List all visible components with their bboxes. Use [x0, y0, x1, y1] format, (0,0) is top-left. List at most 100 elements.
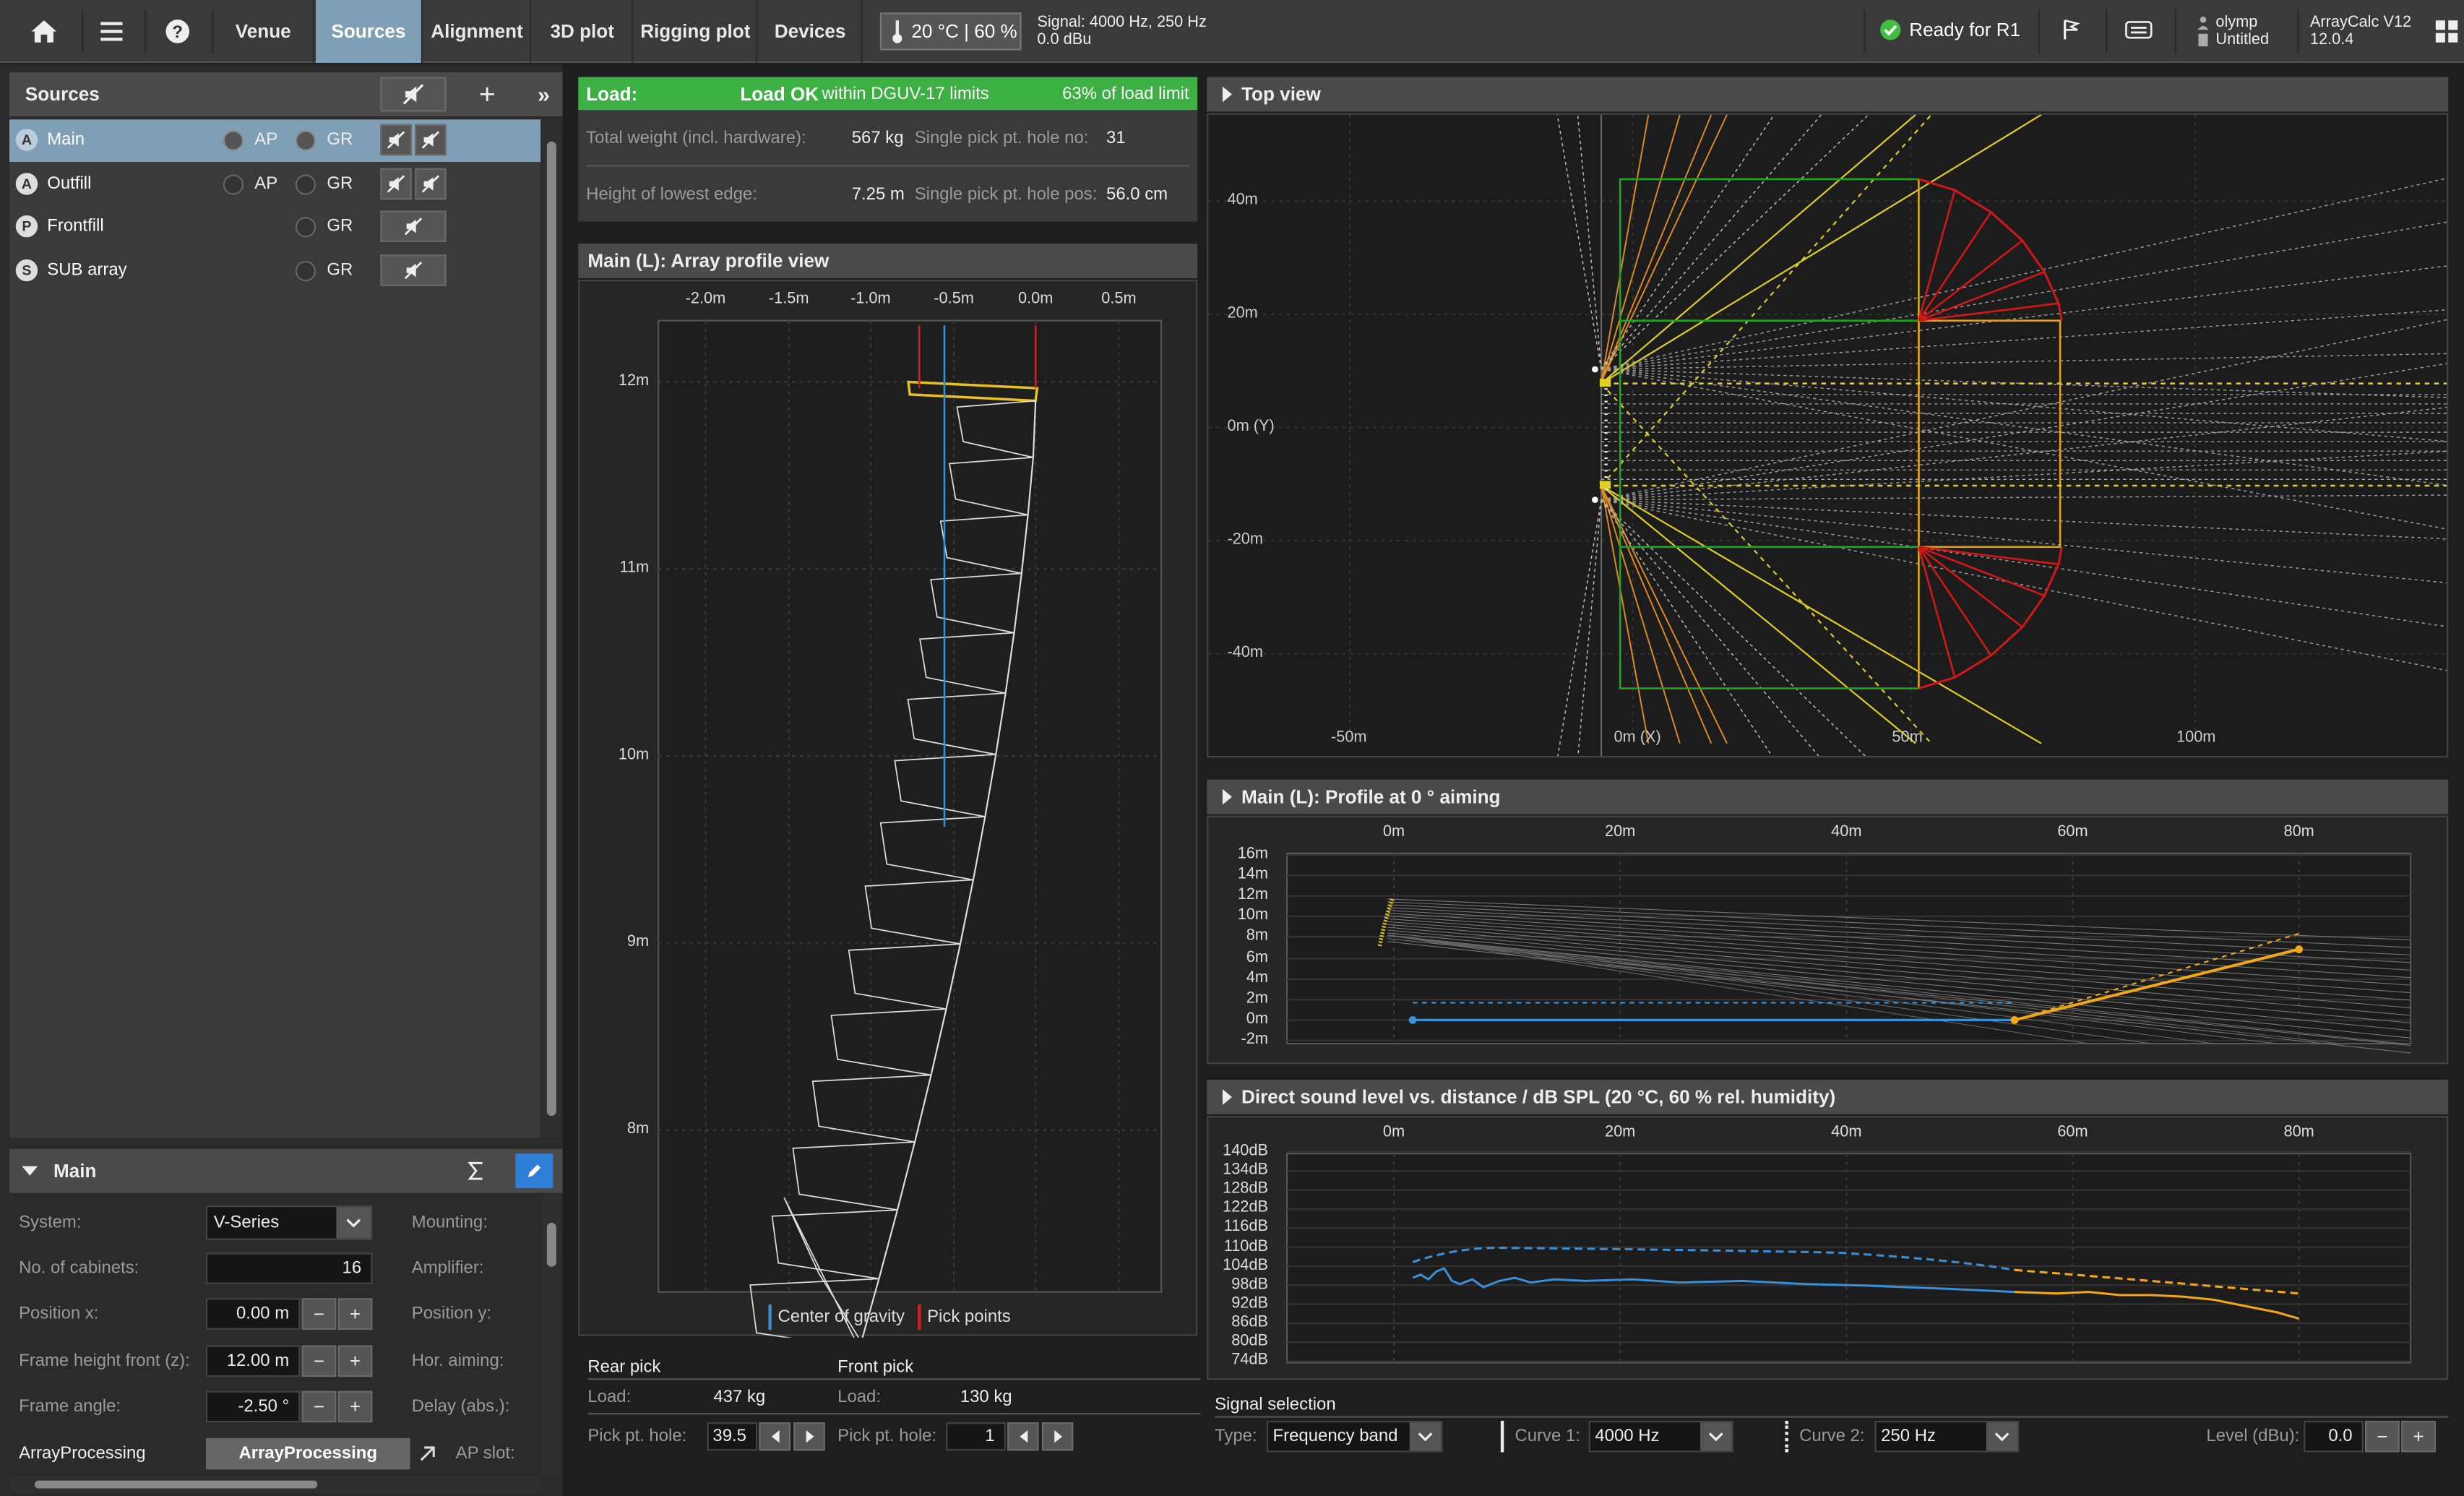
- double-chevron-right-icon: »: [537, 82, 550, 107]
- help-button[interactable]: ?: [151, 0, 204, 63]
- x-tick-label: 60m: [2057, 1123, 2088, 1141]
- curve1-select[interactable]: 4000 Hz: [1588, 1420, 1733, 1453]
- expand-icon[interactable]: [1222, 86, 1232, 103]
- user-project-info[interactable]: olymp Untitled: [2197, 14, 2269, 48]
- sources-scrollbar[interactable]: [542, 119, 561, 1138]
- curve2-select[interactable]: 250 Hz: [1874, 1420, 2020, 1453]
- posx-decrement[interactable]: −: [301, 1298, 337, 1330]
- ap-radio[interactable]: [223, 130, 244, 151]
- scroll-thumb[interactable]: [546, 141, 556, 1117]
- mute-ap-button[interactable]: [415, 124, 447, 156]
- expand-button[interactable]: »: [528, 77, 559, 112]
- frame-angle-decrement[interactable]: −: [301, 1390, 337, 1423]
- level-decrement[interactable]: −: [2364, 1420, 2400, 1453]
- hor-aiming-label: Hor. aiming:: [411, 1351, 504, 1371]
- posx-input[interactable]: 0.00 m: [205, 1298, 301, 1330]
- system-select[interactable]: V-Series: [205, 1205, 373, 1240]
- scroll-thumb[interactable]: [546, 1222, 556, 1267]
- gr-radio[interactable]: [295, 173, 316, 194]
- level-increment[interactable]: +: [2401, 1420, 2436, 1453]
- ready-status[interactable]: Ready for R1: [1879, 19, 2020, 41]
- x-tick-label: 80m: [2283, 1123, 2314, 1141]
- tab-venue[interactable]: Venue: [214, 0, 314, 63]
- frame-height-decrement[interactable]: −: [301, 1345, 337, 1377]
- source-row[interactable]: P Frontfill GR: [9, 206, 540, 249]
- tab-devices[interactable]: Devices: [759, 0, 863, 63]
- climate-button[interactable]: 20 °C | 60 %: [879, 12, 1022, 51]
- pencil-icon: [527, 1164, 541, 1177]
- y-tick-label: 10m: [1237, 906, 1269, 924]
- top-view-plot[interactable]: 40m 20m 0m (Y) -20m -40m -50m 0m (X) 50m 100m: [1207, 113, 2449, 758]
- rear-hole-input[interactable]: 39.5: [707, 1422, 758, 1451]
- menu-button[interactable]: [85, 0, 138, 63]
- mute-all-button[interactable]: [380, 77, 447, 112]
- expand-icon[interactable]: [1222, 788, 1232, 805]
- frame-height-increment[interactable]: +: [337, 1345, 373, 1377]
- collapse-icon[interactable]: [22, 1166, 38, 1176]
- type-select[interactable]: Frequency band: [1266, 1420, 1443, 1453]
- edit-button[interactable]: [515, 1153, 553, 1189]
- scroll-thumb[interactable]: [34, 1480, 318, 1489]
- ap-radio[interactable]: [223, 173, 244, 194]
- source-row[interactable]: A Main AP GR: [9, 119, 541, 162]
- display-settings-button[interactable]: [2124, 19, 2153, 46]
- tab-3d-plot[interactable]: 3D plot: [533, 0, 634, 63]
- curve1-line-icon: [1500, 1420, 1504, 1453]
- y-tick-label: -20m: [1227, 531, 1264, 549]
- menu-icon: [100, 22, 123, 41]
- ap-button[interactable]: ArrayProcessing: [205, 1437, 410, 1470]
- mute-button[interactable]: [380, 254, 447, 285]
- mute-speaker-icon: [404, 260, 423, 279]
- properties-hscrollbar[interactable]: [9, 1476, 541, 1494]
- mute-ap-button[interactable]: [415, 167, 447, 199]
- y-tick-label: 12m: [618, 372, 650, 390]
- rear-hole-prev[interactable]: [759, 1422, 791, 1451]
- x-tick-label: 80m: [2283, 823, 2314, 841]
- front-hole-input[interactable]: 1: [946, 1422, 1006, 1451]
- source-name: SUB array: [47, 259, 127, 280]
- add-source-button[interactable]: +: [471, 77, 502, 112]
- home-button[interactable]: [12, 0, 75, 63]
- frame-angle-increment[interactable]: +: [337, 1390, 373, 1423]
- gr-label: GR: [327, 173, 353, 193]
- tab-sources[interactable]: Sources: [316, 0, 423, 63]
- layout-button[interactable]: [2434, 19, 2460, 48]
- frame-angle-input[interactable]: -2.50 °: [205, 1390, 301, 1423]
- source-row[interactable]: S SUB array GR: [9, 249, 540, 292]
- mute-button[interactable]: [380, 167, 412, 199]
- front-hole-next[interactable]: [1041, 1422, 1074, 1451]
- x-tick-label: -2.0m: [685, 291, 726, 309]
- frame-height-input[interactable]: 12.00 m: [205, 1345, 301, 1377]
- curve1-label: Curve 1:: [1515, 1427, 1580, 1446]
- properties-scrollbar[interactable]: [542, 1194, 561, 1474]
- mute-button[interactable]: [380, 124, 412, 156]
- rear-hole-next[interactable]: [793, 1422, 825, 1451]
- tab-rigging-plot[interactable]: Rigging plot: [635, 0, 758, 63]
- front-hole-prev[interactable]: [1007, 1422, 1039, 1451]
- gr-radio[interactable]: [295, 130, 316, 151]
- gr-radio[interactable]: [295, 259, 316, 281]
- pick-panel: Rear pick Front pick Load: 437 kg Load: …: [578, 1344, 1201, 1494]
- expand-icon[interactable]: [1222, 1089, 1232, 1105]
- flag-button[interactable]: [2062, 19, 2080, 46]
- cabinets-input[interactable]: 16: [205, 1252, 373, 1284]
- total-weight: 567 kg: [851, 129, 904, 148]
- y-tick-label: 140dB: [1223, 1143, 1269, 1160]
- spl-panel[interactable]: 0m 20m 40m 60m 80m 140dB 134dB 128dB 122dB 116dB…: [1207, 1116, 2449, 1380]
- source-row[interactable]: A Outfill AP GR: [9, 163, 540, 205]
- y-tick-label: 0m (Y): [1227, 418, 1275, 436]
- posx-increment[interactable]: +: [337, 1298, 373, 1330]
- lowest-edge: 7.25 m: [851, 185, 905, 205]
- sources-list: A Main AP GR A Outfill AP GR P Frontfill…: [9, 119, 541, 1138]
- gr-radio[interactable]: [295, 217, 316, 238]
- mute-speaker-icon: [404, 217, 423, 236]
- collapse-all-button[interactable]: [456, 1153, 497, 1188]
- tab-alignment[interactable]: Alignment: [424, 0, 532, 63]
- load-within: within DGUV-17 limits: [822, 85, 989, 104]
- profile0-panel[interactable]: 0m 20m 40m 60m 80m 16m 14m 12m 10m 8m 6m 4m 2m 0m -2m: [1207, 815, 2449, 1065]
- level-input[interactable]: 0.0: [2304, 1420, 2364, 1453]
- lowest-edge-label: Height of lowest edge:: [586, 185, 757, 205]
- profile-view-plot: [658, 319, 1163, 1338]
- ap-open-button[interactable]: [410, 1438, 445, 1469]
- mute-button[interactable]: [380, 210, 447, 242]
